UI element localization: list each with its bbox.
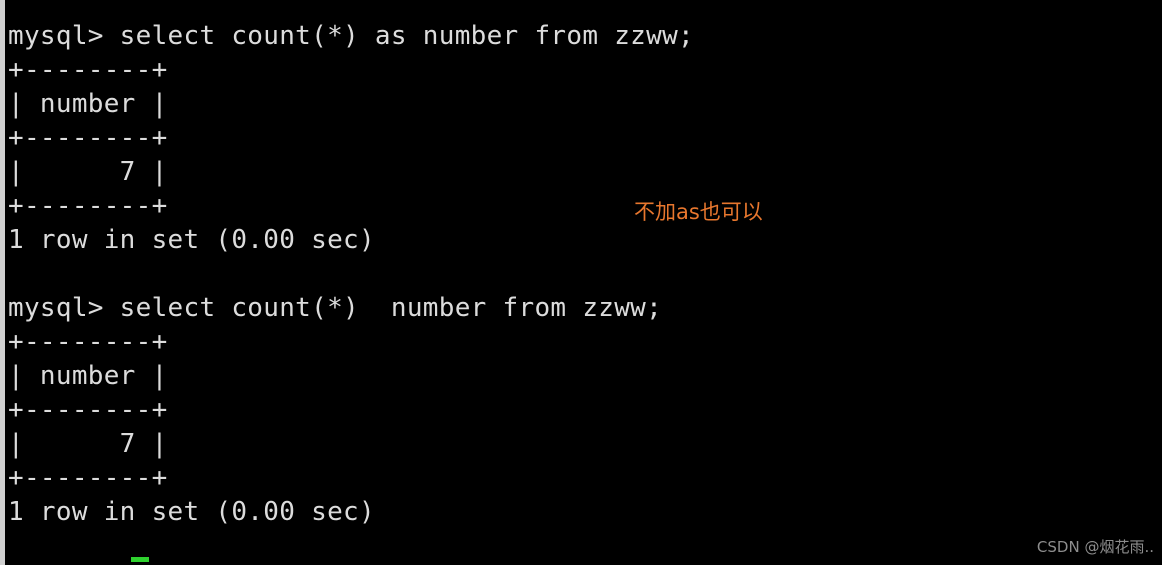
terminal-window[interactable]: mysql> select count(*) as number from zz… <box>0 0 1162 565</box>
watermark: CSDN @烟花雨.. <box>1036 538 1154 556</box>
terminal-console-output: mysql> select count(*) as number from zz… <box>8 21 694 527</box>
terminal-screen[interactable]: mysql> select count(*) as number from zz… <box>5 0 1162 565</box>
annotation-note-no-as: 不加as也可以 <box>634 200 763 224</box>
terminal-cursor <box>131 557 149 562</box>
